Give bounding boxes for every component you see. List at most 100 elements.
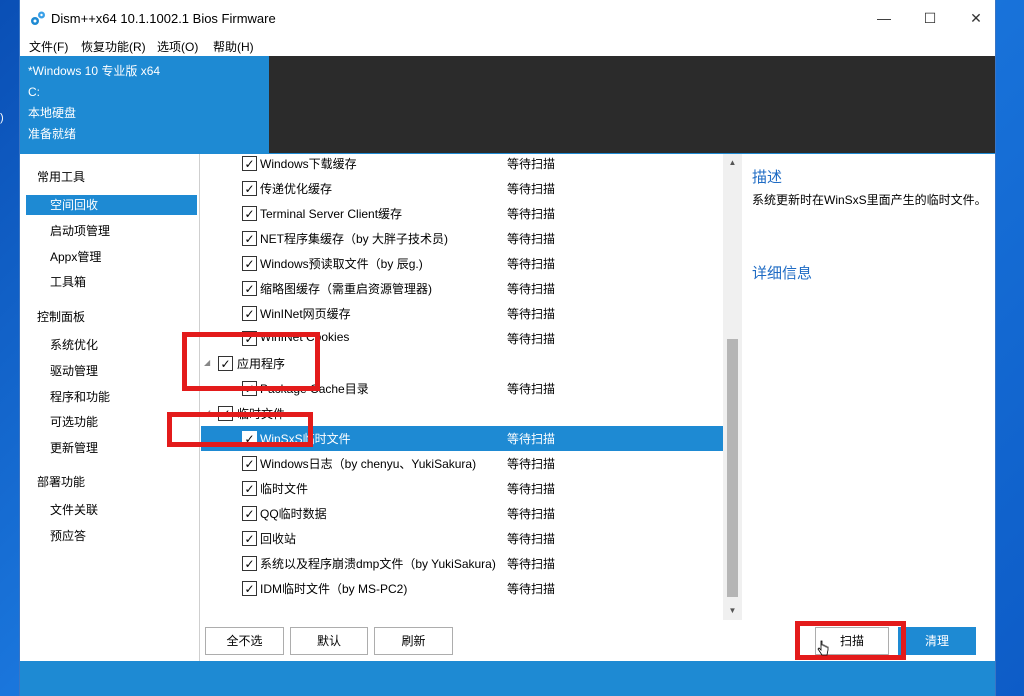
sidebar-item-drivers[interactable]: 驱动管理 [26, 361, 197, 381]
item-status: 等待扫描 [507, 207, 556, 221]
menu-options[interactable]: 选项(O) [157, 38, 198, 55]
checkbox[interactable]: ✓ [242, 456, 257, 471]
list-item[interactable]: ✓ 回收站 等待扫描 [201, 526, 723, 551]
image-status: 准备就绪 [28, 127, 77, 141]
clean-button[interactable]: 清理 [898, 627, 976, 655]
list-item[interactable]: ✓ WinINet网页缓存 等待扫描 [201, 301, 723, 326]
checkbox[interactable]: ✓ [242, 531, 257, 546]
minimize-button[interactable]: — [861, 0, 907, 36]
maximize-button[interactable]: ☐ [907, 0, 953, 36]
item-label: WinINet网页缓存 [260, 307, 351, 321]
close-button[interactable]: ✕ [953, 0, 995, 36]
sidebar-category-deployment: 部署功能 [37, 475, 86, 489]
annotation-box-apps [182, 332, 320, 391]
sidebar-category-control-panel: 控制面板 [37, 310, 86, 324]
item-label: QQ临时数据 [260, 507, 327, 521]
menu-help[interactable]: 帮助(H) [213, 38, 254, 55]
item-status: 等待扫描 [507, 382, 556, 396]
image-drive: C: [28, 85, 40, 99]
sidebar-item-pre-answer[interactable]: 预应答 [26, 526, 197, 546]
item-label: NET程序集缓存（by 大胖子技术员) [260, 232, 449, 246]
item-status: 等待扫描 [507, 232, 556, 246]
status-bar [20, 661, 995, 696]
annotation-box-scan [795, 621, 906, 660]
description-text: 系统更新时在WinSxS里面产生的临时文件。 [752, 193, 987, 207]
deselect-all-button[interactable]: 全不选 [205, 627, 284, 655]
list-item[interactable]: ✓ Windows日志（by chenyu、YukiSakura) 等待扫描 [201, 451, 723, 476]
sidebar-item-startup[interactable]: 启动项管理 [26, 221, 197, 241]
gear-app-icon [31, 11, 45, 25]
checkbox[interactable]: ✓ [242, 506, 257, 521]
sidebar-category-common-tools: 常用工具 [37, 170, 86, 184]
list-item[interactable]: ✓ IDM临时文件（by MS-PC2) 等待扫描 [201, 576, 723, 601]
item-status: 等待扫描 [507, 557, 556, 571]
default-button[interactable]: 默认 [290, 627, 368, 655]
item-status: 等待扫描 [507, 457, 556, 471]
sidebar-item-toolbox[interactable]: 工具箱 [26, 272, 197, 292]
item-status: 等待扫描 [507, 507, 556, 521]
dism-window: Dism++x64 10.1.1002.1 Bios Firmware — ☐ … [19, 0, 996, 696]
item-status: 等待扫描 [507, 532, 556, 546]
list-item[interactable]: ✓ 传递优化缓存 等待扫描 [201, 176, 723, 201]
checkbox[interactable]: ✓ [242, 306, 257, 321]
sidebar-item-appx[interactable]: Appx管理 [26, 247, 197, 267]
title-bar[interactable]: Dism++x64 10.1.1002.1 Bios Firmware — ☐ … [20, 0, 995, 36]
refresh-button[interactable]: 刷新 [374, 627, 453, 655]
checkbox[interactable]: ✓ [242, 556, 257, 571]
description-title: 描述 [752, 169, 783, 186]
list-item[interactable]: ✓ Windows预读取文件（by 辰g.) 等待扫描 [201, 251, 723, 276]
item-label: 回收站 [260, 532, 297, 546]
checkbox[interactable]: ✓ [242, 231, 257, 246]
list-item[interactable]: ✓ Windows下载缓存 等待扫描 [201, 154, 723, 176]
item-status: 等待扫描 [507, 157, 556, 171]
checkbox[interactable]: ✓ [242, 181, 257, 196]
item-label: 缩略图缓存（需重启资源管理器) [260, 282, 432, 296]
item-status: 等待扫描 [507, 282, 556, 296]
hand-cursor-icon [817, 640, 829, 656]
item-label: Windows下载缓存 [260, 157, 357, 171]
list-item[interactable]: ✓ 缩略图缓存（需重启资源管理器) 等待扫描 [201, 276, 723, 301]
checkbox[interactable]: ✓ [242, 481, 257, 496]
list-item[interactable]: ✓ Terminal Server Client缓存 等待扫描 [201, 201, 723, 226]
checkbox[interactable]: ✓ [242, 581, 257, 596]
scroll-down-arrow-icon[interactable]: ▼ [723, 604, 742, 618]
item-status: 等待扫描 [507, 482, 556, 496]
item-status: 等待扫描 [507, 332, 556, 346]
item-status: 等待扫描 [507, 307, 556, 321]
list-item[interactable]: ✓ QQ临时数据 等待扫描 [201, 501, 723, 526]
menu-bar: 文件(F) 恢复功能(R) 选项(O) 帮助(H) [20, 36, 995, 56]
sidebar-item-file-assoc[interactable]: 文件关联 [26, 500, 197, 520]
checkbox[interactable]: ✓ [242, 256, 257, 271]
list-scrollbar[interactable]: ▲ ▼ [723, 154, 742, 620]
checkbox[interactable]: ✓ [242, 206, 257, 221]
desktop-edge-text: ) [0, 112, 4, 124]
list-item[interactable]: ✓ 系统以及程序崩溃dmp文件（by YukiSakura) 等待扫描 [201, 551, 723, 576]
description-panel: 描述 系统更新时在WinSxS里面产生的临时文件。 详细信息 [742, 154, 995, 661]
image-list-area [269, 56, 995, 153]
details-title: 详细信息 [752, 265, 813, 282]
image-disk-type: 本地硬盘 [28, 106, 77, 120]
menu-file[interactable]: 文件(F) [29, 38, 68, 55]
list-item[interactable]: ✓ NET程序集缓存（by 大胖子技术员) 等待扫描 [201, 226, 723, 251]
sidebar-item-space-cleanup[interactable]: 空间回收 [26, 195, 197, 215]
checkbox[interactable]: ✓ [242, 156, 257, 171]
scroll-thumb[interactable] [727, 339, 738, 597]
image-os-name: *Windows 10 专业版 x64 [28, 64, 161, 78]
item-status: 等待扫描 [507, 582, 556, 596]
annotation-box-temp [167, 412, 313, 447]
item-label: 临时文件 [260, 482, 309, 496]
sidebar-item-system-optimize[interactable]: 系统优化 [26, 335, 197, 355]
checkbox[interactable]: ✓ [242, 281, 257, 296]
scroll-up-arrow-icon[interactable]: ▲ [723, 156, 742, 170]
item-status: 等待扫描 [507, 432, 556, 446]
item-label: Windows日志（by chenyu、YukiSakura) [260, 457, 477, 471]
menu-restore[interactable]: 恢复功能(R) [81, 38, 146, 55]
item-label: Windows预读取文件（by 辰g.) [260, 257, 423, 271]
sidebar: 常用工具 空间回收 启动项管理 Appx管理 工具箱 控制面板 系统优化 驱动管… [20, 154, 200, 661]
item-status: 等待扫描 [507, 257, 556, 271]
item-label: IDM临时文件（by MS-PC2) [260, 582, 408, 596]
image-info-panel[interactable]: *Windows 10 专业版 x64 C: 本地硬盘 准备就绪 [20, 56, 269, 153]
sidebar-item-programs[interactable]: 程序和功能 [26, 387, 197, 407]
item-label: 系统以及程序崩溃dmp文件（by YukiSakura) [260, 557, 496, 571]
list-item[interactable]: ✓ 临时文件 等待扫描 [201, 476, 723, 501]
